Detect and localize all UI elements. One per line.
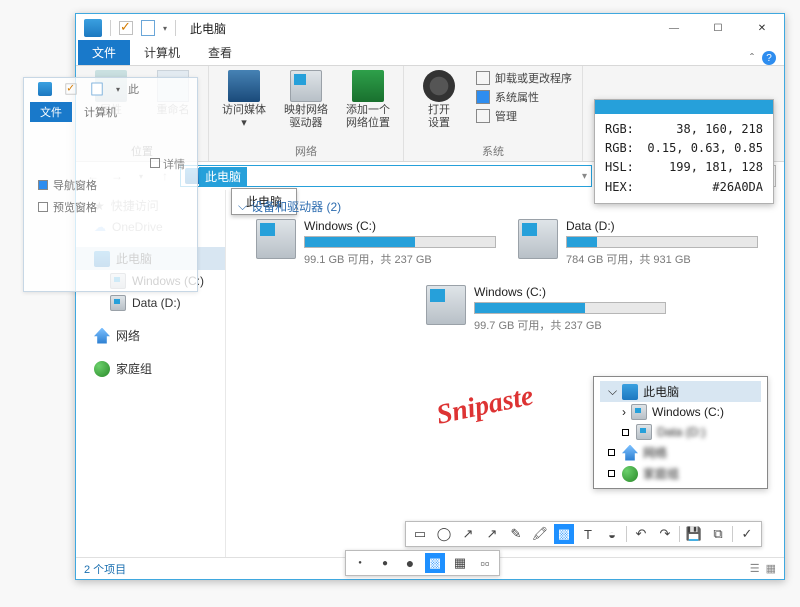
tool-redo-icon[interactable]: ↷ [655,524,675,544]
color-swatch [595,100,773,114]
tree-win[interactable]: › Windows (C:) [600,402,761,422]
usage-bar [474,302,666,314]
tool-pen-icon[interactable]: ✎ [506,524,526,544]
homegroup-icon [94,361,110,377]
snipaste-toolbar-main[interactable]: ▭ ◯ ↗ ↗ ✎ 🖍 ▩ T ◒ ↶ ↷ 💾 ⧉ ✓ [405,521,762,547]
title-bar: ▾ 此电脑 — ☐ ✕ [76,14,784,42]
ghost-detail[interactable]: 详情 [30,154,191,174]
mosaic-dense-icon[interactable]: ▩ [425,553,445,573]
size-m-icon[interactable]: ● [375,553,395,573]
drive-icon [426,285,466,325]
collapse-ribbon-icon[interactable]: ˆ [750,51,754,65]
status-text: 2 个项目 [84,561,126,577]
help-icon[interactable]: ? [762,51,776,65]
sidebar-item-network[interactable]: 网络 [76,324,225,347]
drive-icon [110,295,126,311]
minimize-button[interactable]: — [652,14,696,42]
ribbon-group-system: 打开设置 卸载或更改程序 系统属性 管理 系统 [404,66,583,161]
tool-eraser-icon[interactable]: ◒ [602,524,622,544]
ghost-previewpane[interactable]: 预览窗格 [30,196,191,218]
tool-save-icon[interactable]: 💾 [684,524,704,544]
drive-name: Windows (C:) [474,285,666,299]
drive-item[interactable]: Data (D:) 784 GB 可用，共 931 GB [518,219,758,267]
ribbon-map-drive[interactable]: 映射网络驱动器 [281,70,331,129]
usage-bar [566,236,758,248]
drive-name: Data (D:) [566,219,758,233]
maximize-button[interactable]: ☐ [696,14,740,42]
close-button[interactable]: ✕ [740,14,784,42]
tool-rect-icon[interactable]: ▭ [410,524,430,544]
color-picker-popup: RGB:38, 160, 218 RGB:0.15, 0.63, 0.85 HS… [594,99,774,204]
tool-mosaic-icon[interactable]: ▩ [554,524,574,544]
tool-copy-icon[interactable]: ⧉ [708,524,728,544]
tool-arrow-icon[interactable]: ↗ [482,524,502,544]
address-text: 此电脑 [199,167,247,186]
drive-free: 784 GB 可用，共 931 GB [566,251,758,267]
tree-network[interactable]: 网络 [600,442,761,463]
tree-thispc[interactable]: ⌵ 此电脑 [600,381,761,402]
watermark-text: Snipaste [434,380,537,432]
window-title: 此电脑 [190,20,226,37]
tool-text-icon[interactable]: T [578,524,598,544]
usage-bar [304,236,496,248]
view-large-icon[interactable]: ▦ [766,563,776,575]
ghost-tab-file[interactable]: 文件 [30,102,72,122]
tool-ellipse-icon[interactable]: ◯ [434,524,454,544]
size-l-icon[interactable]: ● [400,553,420,573]
ribbon-open-settings[interactable]: 打开设置 [414,70,464,129]
mosaic-sparse-icon[interactable]: ▫▫ [475,553,495,573]
drive-icon [256,219,296,259]
size-s-icon[interactable]: ● [350,553,370,573]
tool-marker-icon[interactable]: 🖍 [530,524,550,544]
address-dropdown-icon[interactable]: ▾ [582,171,587,182]
ribbon-media[interactable]: 访问媒体▾ [219,70,269,129]
ribbon-manage[interactable]: 管理 [476,108,572,124]
ghost-tab-computer[interactable]: 计算机 [74,102,127,122]
qat-doc-icon[interactable] [141,20,155,36]
floating-tree-panel[interactable]: ⌵ 此电脑 › Windows (C:) Data (D:) 网络 家庭组 [593,376,768,489]
tab-file[interactable]: 文件 [78,40,130,65]
ribbon-add-netloc[interactable]: 添加一个网络位置 [343,70,393,129]
qat-check-icon[interactable] [119,21,133,35]
tab-computer[interactable]: 计算机 [130,40,194,65]
ribbon-tabs: 文件 计算机 查看 ˆ ? [76,42,784,66]
drive-item[interactable]: Windows (C:) 99.1 GB 可用，共 237 GB [256,219,496,267]
snipaste-toolbar-style[interactable]: ● ● ● ▩ ▦ ▫▫ [345,550,500,576]
tool-undo-icon[interactable]: ↶ [631,524,651,544]
network-icon [94,328,110,344]
tree-data[interactable]: Data (D:) [600,422,761,442]
mosaic-mid-icon[interactable]: ▦ [450,553,470,573]
sidebar-item-ddrive[interactable]: Data (D:) [76,292,225,314]
drive-name: Windows (C:) [304,219,496,233]
drive-free: 99.1 GB 可用，共 237 GB [304,251,496,267]
ghost-navpane[interactable]: 导航窗格 [30,174,191,196]
sidebar-item-homegroup[interactable]: 家庭组 [76,357,225,380]
drive-item[interactable]: Windows (C:) 99.7 GB 可用，共 237 GB [426,285,666,333]
ribbon-uninstall[interactable]: 卸载或更改程序 [476,70,572,86]
tool-line-icon[interactable]: ↗ [458,524,478,544]
view-details-icon[interactable]: ☰ [750,563,760,575]
tab-view[interactable]: 查看 [194,40,246,65]
qat-dropdown-icon[interactable]: ▾ [163,24,167,33]
drive-free: 99.7 GB 可用，共 237 GB [474,317,666,333]
address-input[interactable]: 此电脑 此电脑 ▾ [180,165,592,187]
tool-confirm-icon[interactable]: ✓ [737,524,757,544]
tree-homegroup[interactable]: 家庭组 [600,463,761,484]
app-icon [84,19,102,37]
ribbon-sysprops[interactable]: 系统属性 [476,89,572,105]
drive-icon [518,219,558,259]
content-area: ⌵设备和驱动器 (2) Windows (C:) 99.1 GB 可用，共 23… [226,190,784,557]
ghost-window: ▾ 此 文件 计算机 详情 导航窗格 预览窗格 [23,77,198,292]
ribbon-group-network: 访问媒体▾ 映射网络驱动器 添加一个网络位置 网络 [209,66,404,161]
